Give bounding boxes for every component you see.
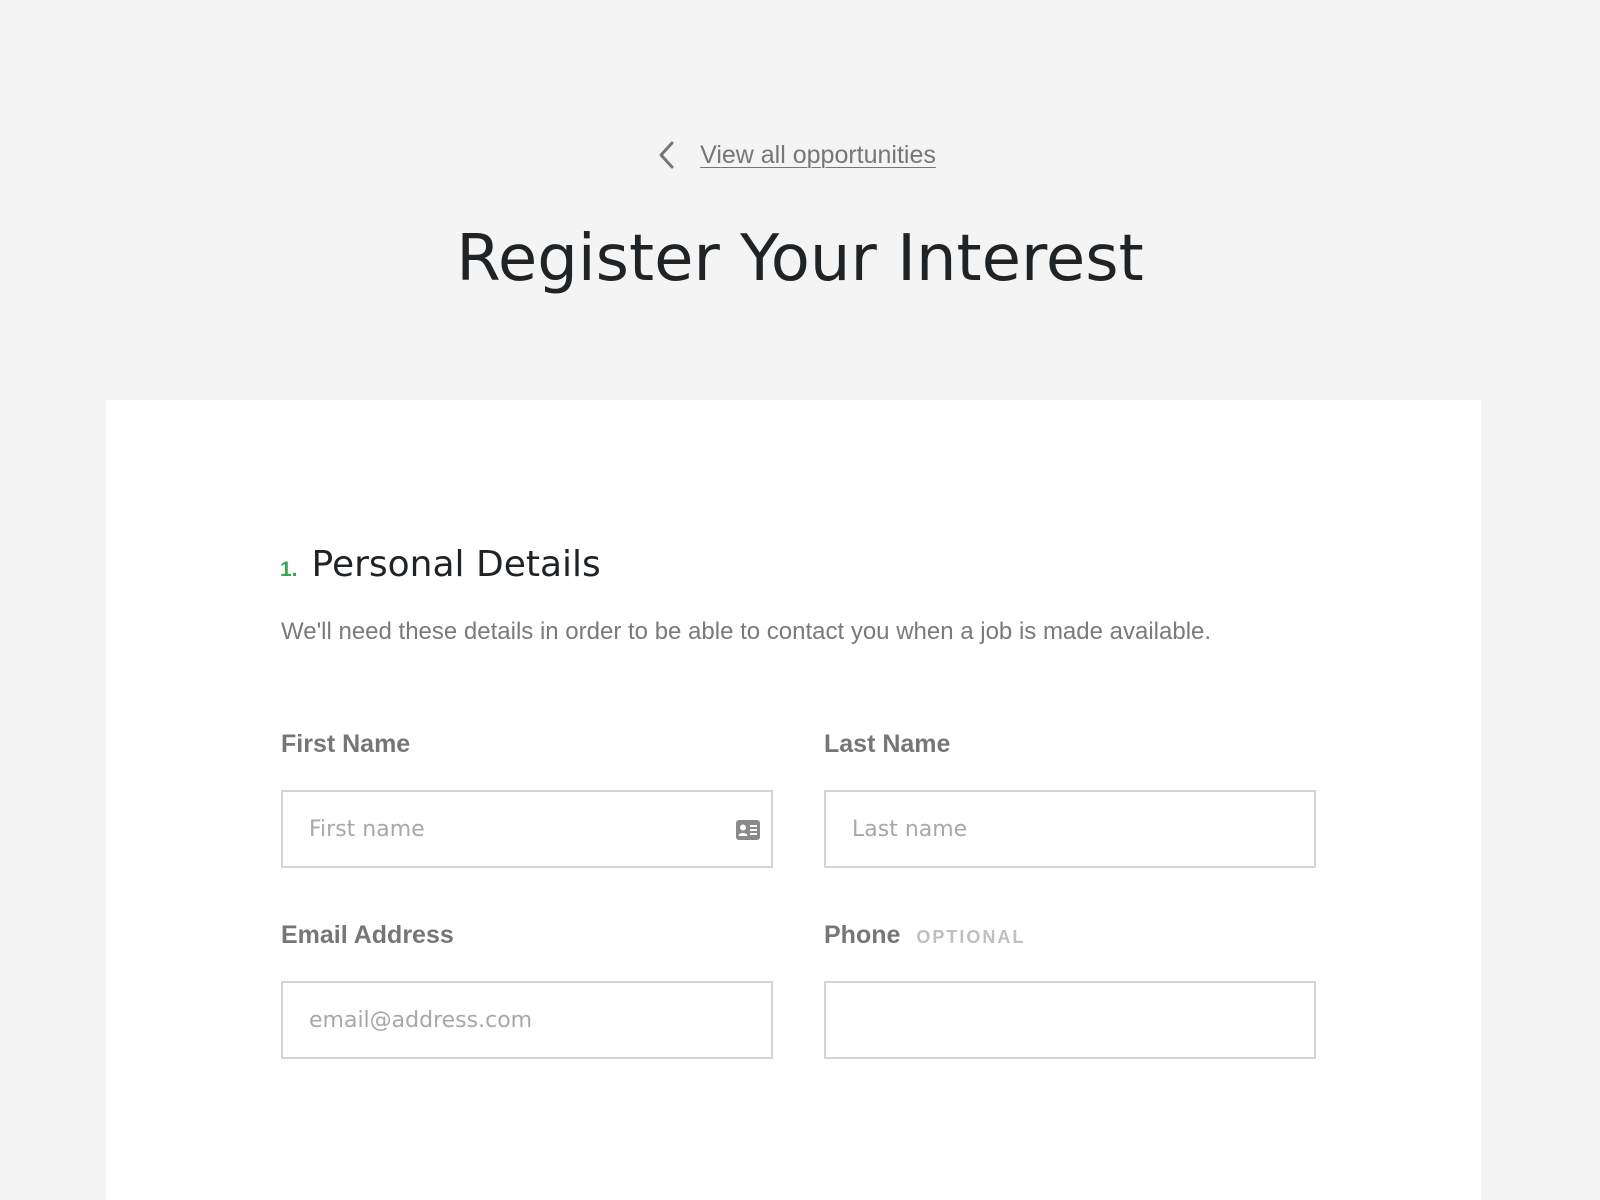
email-field: Email Address [281, 921, 773, 1059]
phone-input-wrapper [824, 981, 1316, 1059]
phone-input[interactable] [826, 983, 1314, 1057]
email-label-row: Email Address [281, 921, 773, 953]
chevron-left-icon[interactable] [654, 138, 680, 172]
last-name-input[interactable] [826, 792, 1314, 866]
email-input[interactable] [283, 983, 771, 1057]
first-name-label: First Name [281, 730, 411, 758]
optional-tag: OPTIONAL [916, 927, 1026, 947]
page: View all opportunities Register Your Int… [0, 0, 1600, 1200]
section-title: Personal Details [311, 544, 601, 585]
section-number: 1. [280, 558, 298, 581]
back-navigation-group: View all opportunities [654, 138, 936, 172]
last-name-label: Last Name [824, 730, 951, 758]
last-name-label-row: Last Name [824, 730, 1316, 762]
last-name-input-wrapper [824, 790, 1316, 868]
first-name-field: First Name [281, 730, 773, 868]
first-name-label-row: First Name [281, 730, 773, 762]
first-name-input[interactable] [283, 792, 771, 866]
back-navigation: View all opportunities [0, 138, 1600, 172]
phone-label-row: Phone OPTIONAL [824, 921, 1316, 953]
section-heading: 1. Personal Details [280, 544, 601, 585]
last-name-field: Last Name [824, 730, 1316, 868]
section-description: We'll need these details in order to be … [281, 618, 1212, 645]
email-label: Email Address [281, 921, 454, 949]
contact-card-icon[interactable] [735, 819, 761, 841]
first-name-input-wrapper [281, 790, 773, 868]
phone-label: Phone [824, 921, 901, 949]
view-all-opportunities-link[interactable]: View all opportunities [700, 141, 936, 170]
phone-field: Phone OPTIONAL [824, 921, 1316, 1059]
page-title: Register Your Interest [456, 222, 1144, 296]
form-card: 1. Personal Details We'll need these det… [106, 400, 1481, 1200]
email-input-wrapper [281, 981, 773, 1059]
